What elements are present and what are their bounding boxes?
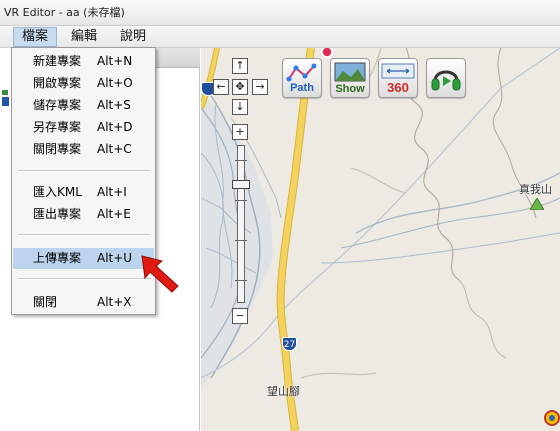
menu-item-shortcut: Alt+X [97, 295, 132, 309]
path-button-label: Path [290, 82, 314, 94]
menu-edit[interactable]: 編輯 [63, 27, 105, 47]
route-27-shield: 27 [282, 337, 297, 351]
menu-item-shortcut: Alt+O [97, 76, 133, 90]
menu-file[interactable]: 檔案 [13, 27, 58, 47]
pano-button-label: 360 [387, 80, 409, 95]
menu-item-save-as-project[interactable]: 另存專案 Alt+D [13, 117, 154, 138]
menu-item-shortcut: Alt+D [97, 120, 133, 134]
show-tool-button[interactable]: Show [330, 58, 370, 98]
panel-tab-strip [150, 48, 200, 68]
menu-separator [18, 278, 151, 280]
tree-node-icon[interactable] [2, 90, 10, 108]
zoom-tick [235, 160, 247, 161]
path-icon: Path [286, 63, 317, 94]
menu-separator [18, 234, 151, 236]
menu-item-close-project[interactable]: 關閉專案 Alt+C [13, 139, 154, 160]
place-label: 望山腳 [267, 385, 300, 398]
zoom-slider-thumb[interactable] [232, 180, 250, 189]
pan-center-button[interactable]: ✥ [232, 79, 248, 95]
pan-right-button[interactable]: → [252, 79, 268, 95]
menu-item-new-project[interactable]: 新建專案 Alt+N [13, 51, 154, 72]
mountain-peak-icon [530, 198, 544, 210]
zoom-in-button[interactable]: + [232, 124, 248, 140]
audio-button[interactable] [426, 58, 466, 98]
window-title-bar: VR Editor - aa (未存檔) [0, 0, 560, 26]
menu-item-shortcut: Alt+C [97, 142, 132, 156]
menu-item-label: 上傳專案 [33, 251, 82, 265]
show-button-label: Show [335, 83, 365, 95]
menu-item-label: 儲存專案 [33, 98, 82, 112]
mountain-label: 真我山 [519, 183, 552, 196]
menu-item-shortcut: Alt+E [97, 207, 131, 221]
pan-down-button[interactable]: ↓ [232, 99, 248, 115]
menu-item-label: 匯出專案 [33, 207, 82, 221]
menu-item-import-kml[interactable]: 匯入KML Alt+I [13, 182, 154, 203]
pan-up-button[interactable]: ↑ [232, 58, 248, 74]
menu-item-label: 新建專案 [33, 54, 82, 68]
window-title: VR Editor - aa (未存檔) [4, 6, 125, 19]
file-dropdown-menu: 新建專案 Alt+N 開啟專案 Alt+O 儲存專案 Alt+S 另存專案 Al… [11, 47, 156, 315]
poi-marker-icon[interactable] [320, 48, 334, 58]
show-icon: Show [334, 62, 366, 95]
menu-item-save-project[interactable]: 儲存專案 Alt+S [13, 95, 154, 116]
zoom-out-button[interactable]: − [232, 308, 248, 324]
zoom-tick [235, 240, 247, 241]
map-canvas[interactable] [201, 48, 560, 431]
map-view[interactable]: 27 真我山 望山腳 [201, 48, 560, 431]
menu-item-label: 匯入KML [33, 185, 82, 199]
menu-item-label: 開啟專案 [33, 76, 82, 90]
menu-item-label: 關閉 [33, 295, 58, 309]
menu-item-shortcut: Alt+S [97, 98, 131, 112]
menu-item-label: 關閉專案 [33, 142, 82, 156]
zoom-tick [235, 280, 247, 281]
location-pin-icon[interactable] [544, 410, 560, 428]
menu-item-label: 另存專案 [33, 120, 82, 134]
menu-help[interactable]: 說明 [112, 27, 154, 47]
menu-item-shortcut: Alt+U [97, 251, 133, 265]
menu-item-shortcut: Alt+I [97, 185, 127, 199]
pano-360-button[interactable]: 360 [378, 58, 418, 98]
menu-item-open-project[interactable]: 開啟專案 Alt+O [13, 73, 154, 94]
menu-item-exit[interactable]: 關閉 Alt+X [13, 292, 154, 313]
zoom-tick [235, 200, 247, 201]
pano-360-icon: 360 [381, 63, 415, 95]
annotation-arrow-icon [141, 255, 179, 293]
menu-item-export-project[interactable]: 匯出專案 Alt+E [13, 204, 154, 225]
headphones-icon [431, 70, 461, 91]
menu-item-shortcut: Alt+N [97, 54, 133, 68]
menu-bar: 檔案 編輯 說明 [0, 26, 560, 48]
menu-separator [18, 170, 151, 172]
menu-item-upload-project[interactable]: 上傳專案 Alt+U [13, 248, 154, 269]
pan-left-button[interactable]: ← [213, 79, 229, 95]
path-tool-button[interactable]: Path [282, 58, 322, 98]
